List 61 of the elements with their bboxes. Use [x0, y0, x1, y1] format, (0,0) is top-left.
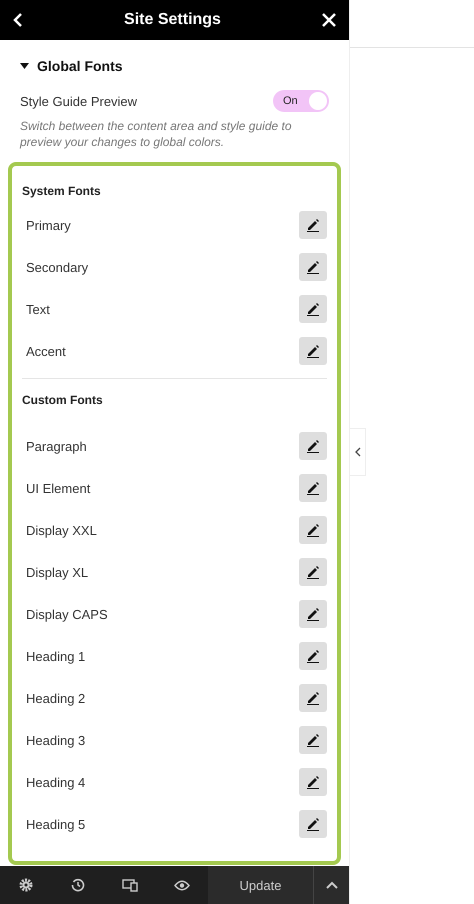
edit-button[interactable]: [299, 558, 327, 586]
devices-icon: [122, 878, 138, 892]
font-name: UI Element: [26, 480, 90, 496]
pencil-icon: [306, 439, 320, 453]
font-name: Display XXL: [26, 522, 97, 538]
pencil-icon: [306, 481, 320, 495]
pencil-icon: [306, 260, 320, 274]
help-text: Switch between the content area and style guide to preview your changes to global colors.: [20, 118, 293, 150]
history-icon: [71, 878, 85, 892]
eye-icon: [174, 880, 190, 890]
font-name: Heading 1: [26, 648, 86, 664]
font-name: Text: [26, 302, 50, 316]
pencil-icon: [306, 218, 320, 232]
edit-button[interactable]: [299, 810, 327, 838]
close-icon: [321, 12, 337, 28]
edit-button[interactable]: [299, 768, 327, 796]
edit-button[interactable]: [299, 642, 327, 670]
group-title: Custom Fonts: [22, 392, 104, 409]
font-name: Display CAPS: [26, 606, 108, 622]
font-name: Heading 2: [26, 690, 86, 706]
font-name: Paragraph: [26, 438, 87, 454]
font-name: Heading 5: [26, 816, 86, 832]
edit-button[interactable]: [299, 295, 327, 323]
font-name: Secondary: [26, 260, 88, 274]
toggle-label: Style Guide Preview: [20, 94, 138, 108]
back-button[interactable]: [12, 12, 24, 28]
pencil-icon: [306, 733, 320, 747]
font-name: Display XL: [26, 564, 88, 580]
group-title: System Fonts: [22, 183, 102, 200]
edit-button[interactable]: [299, 211, 327, 239]
pencil-icon: [306, 302, 320, 316]
window-title: Site Settings: [124, 11, 221, 29]
chevron-left-icon: [354, 447, 360, 457]
section-header[interactable]: Global Fonts: [8, 40, 135, 90]
edit-button[interactable]: [299, 600, 327, 628]
pencil-icon: [306, 691, 320, 705]
pencil-icon: [306, 523, 320, 537]
edit-button[interactable]: [299, 726, 327, 754]
update-button[interactable]: Update: [208, 866, 314, 904]
more-button[interactable]: [314, 866, 349, 904]
pencil-icon: [306, 649, 320, 663]
pencil-icon: [306, 775, 320, 789]
edit-button[interactable]: [299, 253, 327, 281]
edit-button[interactable]: [299, 684, 327, 712]
edit-button[interactable]: [299, 432, 327, 460]
close-button[interactable]: [321, 12, 337, 28]
font-name: Heading 3: [26, 732, 86, 748]
font-name: Primary: [26, 218, 71, 232]
settings-icon: [19, 878, 33, 892]
edit-button[interactable]: [299, 474, 327, 502]
back-icon: [12, 12, 24, 28]
toggle-switch[interactable]: On: [273, 90, 329, 112]
edit-button[interactable]: [299, 337, 327, 365]
caret-up-icon: [326, 881, 338, 889]
font-name: Accent: [26, 344, 66, 358]
edit-button[interactable]: [299, 516, 327, 544]
font-name: Heading 4: [26, 774, 86, 790]
pencil-icon: [306, 607, 320, 621]
pencil-icon: [306, 565, 320, 579]
pencil-icon: [306, 817, 320, 831]
pencil-icon: [306, 344, 320, 358]
